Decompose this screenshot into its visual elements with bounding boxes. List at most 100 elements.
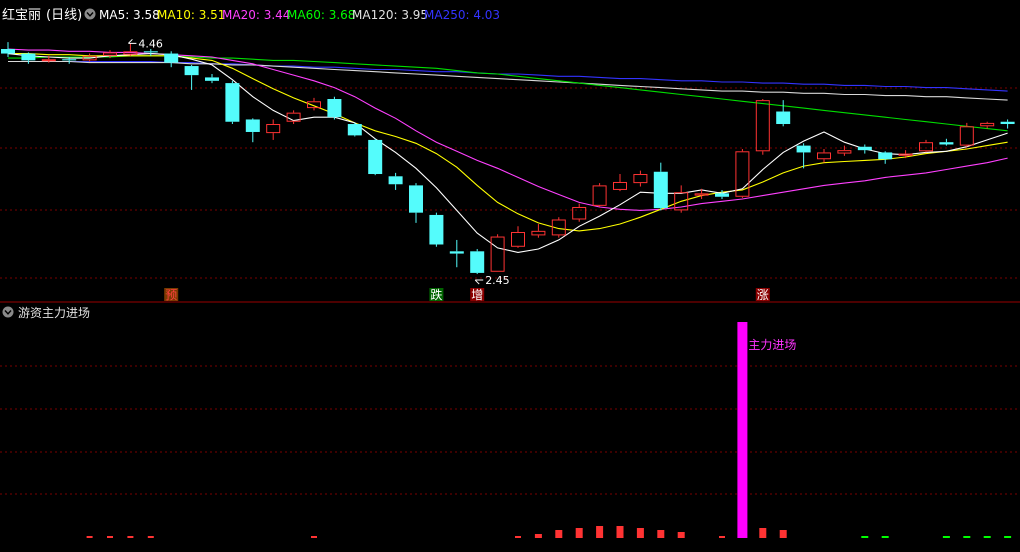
signal-marker: 涨 [755,287,770,302]
candlestick [837,145,852,156]
sub-panel-menu-icon[interactable] [2,306,14,318]
indicator-bar [515,536,521,538]
indicator-bar [311,536,317,538]
indicator-bar [657,530,665,538]
ma-legend-item: MA60: 3.68 [287,8,355,22]
indicator-bar [983,536,991,538]
indicator-bar [677,532,685,538]
candlestick [184,64,199,90]
indicator-bar [147,536,154,538]
candlestick [368,138,383,176]
signal-marker: 跌 [429,287,444,302]
indicator-bar [942,536,950,538]
candlestick [755,99,770,155]
candlestick [939,138,954,146]
indicator-bar [555,530,563,538]
stock-name: 红宝丽 [2,7,41,23]
candlestick [796,143,811,169]
candlestick [225,80,240,125]
candlestick [613,174,627,192]
ma-legend-item: MA10: 3.51 [157,8,225,22]
candlestick [959,122,974,147]
indicator-bar [759,528,767,538]
high-price-marker: 4.46 [128,37,163,50]
candlestick [327,96,342,120]
indicator-bar [719,536,725,538]
candlestick [490,234,505,272]
indicator-bar [963,536,971,538]
chart-period: (日线) [46,8,82,23]
candlestick [653,162,668,211]
candlestick [592,183,607,207]
ma-legend-item: MA5: 3.58 [99,8,160,22]
candlestick [429,212,444,247]
ma-legend-item: MA120: 3.95 [352,8,428,22]
indicator-bar [779,530,787,538]
candlestick [409,183,423,223]
sub-panel-title: 游资主力进场 [18,306,90,320]
candlestick [817,149,831,163]
indicator-bar [575,528,583,538]
candlestick [388,172,403,190]
ma120-line [8,60,1008,101]
ma-legend-item: MA250: 4.03 [424,8,500,22]
indicator-bar [616,526,624,538]
candlestick [123,43,138,56]
signal-marker: 增 [470,288,485,302]
signal-marker: 预 [164,288,179,302]
candlestick [674,185,689,213]
candlestick [1000,119,1015,129]
candlestick [878,151,893,164]
indicator-bar [86,536,93,538]
indicator-menu-icon[interactable] [84,8,96,20]
indicator-bar [596,526,604,538]
candlestick-series [1,42,1015,275]
indicator-bar [127,536,134,538]
indicator-bar [881,536,889,538]
indicator-bar [1004,536,1012,538]
ma10-line [8,53,1008,232]
candlestick [245,118,260,143]
indicator-bars [86,322,1012,538]
candlestick [449,239,464,268]
candlestick [919,139,933,153]
candlestick [1,42,15,57]
candlestick [531,224,546,238]
ma60-line [8,55,1008,132]
candlestick [164,51,179,68]
indicator-bar [534,534,542,538]
ma-legend: 红宝丽 (日线) MA5: 3.58MA10: 3.51MA20: 3.44MA… [2,7,500,23]
sub-panel-header: 游资主力进场 [2,306,90,320]
svg-text:4.46: 4.46 [138,37,163,50]
svg-text:2.45: 2.45 [485,274,510,287]
main-force-entry-label: 主力进场 [748,338,796,352]
candlestick [347,122,362,137]
ma20-line [7,48,1008,211]
indicator-bar [636,528,644,538]
candlestick [286,110,301,125]
ma250-line [8,60,1008,92]
signal-markers: 预跌增涨 [164,287,770,302]
svg-text:涨: 涨 [757,287,769,302]
candlestick [857,144,872,154]
candlestick [21,52,36,64]
candlestick [205,74,219,84]
moving-average-lines [7,48,1008,253]
ma5-line [7,53,1008,253]
svg-text:跌: 跌 [430,287,442,302]
candlestick [633,170,648,187]
indicator-bar [861,536,869,538]
kline-chart-window: 红宝丽 (日线) MA5: 3.58MA10: 3.51MA20: 3.44MA… [0,7,1020,538]
candlestick [898,150,913,159]
candlestick [776,100,791,127]
low-price-marker: 2.45 [474,274,510,287]
candlestick [266,119,281,140]
candlestick [511,226,525,248]
indicator-bar [107,536,113,538]
candlestick [470,249,485,275]
svg-text:增: 增 [471,288,483,302]
candlestick [572,203,587,222]
ma-legend-item: MA20: 3.44 [222,8,290,22]
svg-text:预: 预 [165,288,177,302]
indicator-bar [737,322,748,538]
